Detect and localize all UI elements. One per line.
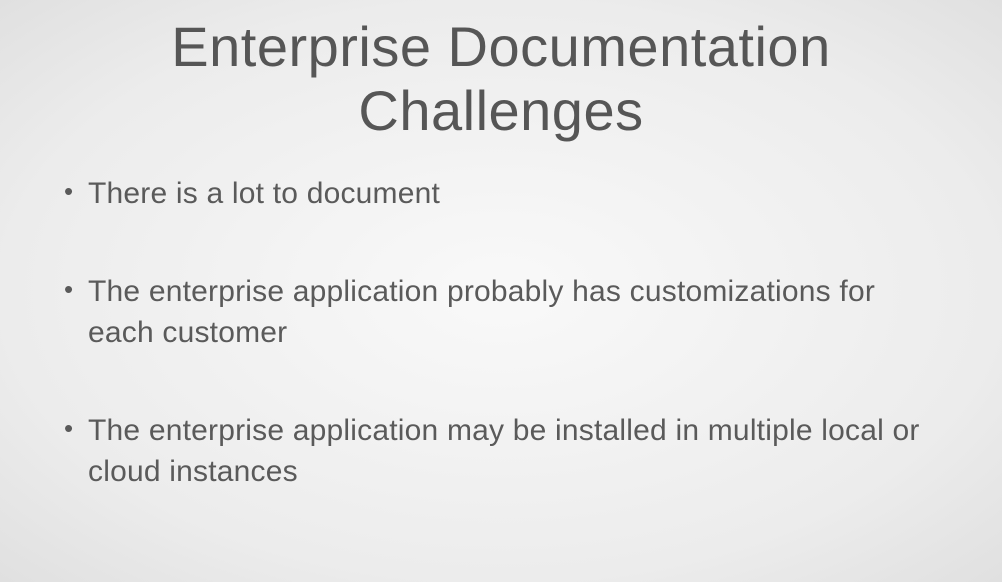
slide-title: Enterprise Documentation Challenges bbox=[60, 15, 942, 144]
list-item: The enterprise application may be instal… bbox=[60, 411, 942, 492]
list-item: There is a lot to document bbox=[60, 174, 942, 215]
slide-container: Enterprise Documentation Challenges Ther… bbox=[0, 0, 1002, 582]
bullet-list: There is a lot to document The enterpris… bbox=[60, 174, 942, 542]
list-item: The enterprise application probably has … bbox=[60, 272, 942, 353]
